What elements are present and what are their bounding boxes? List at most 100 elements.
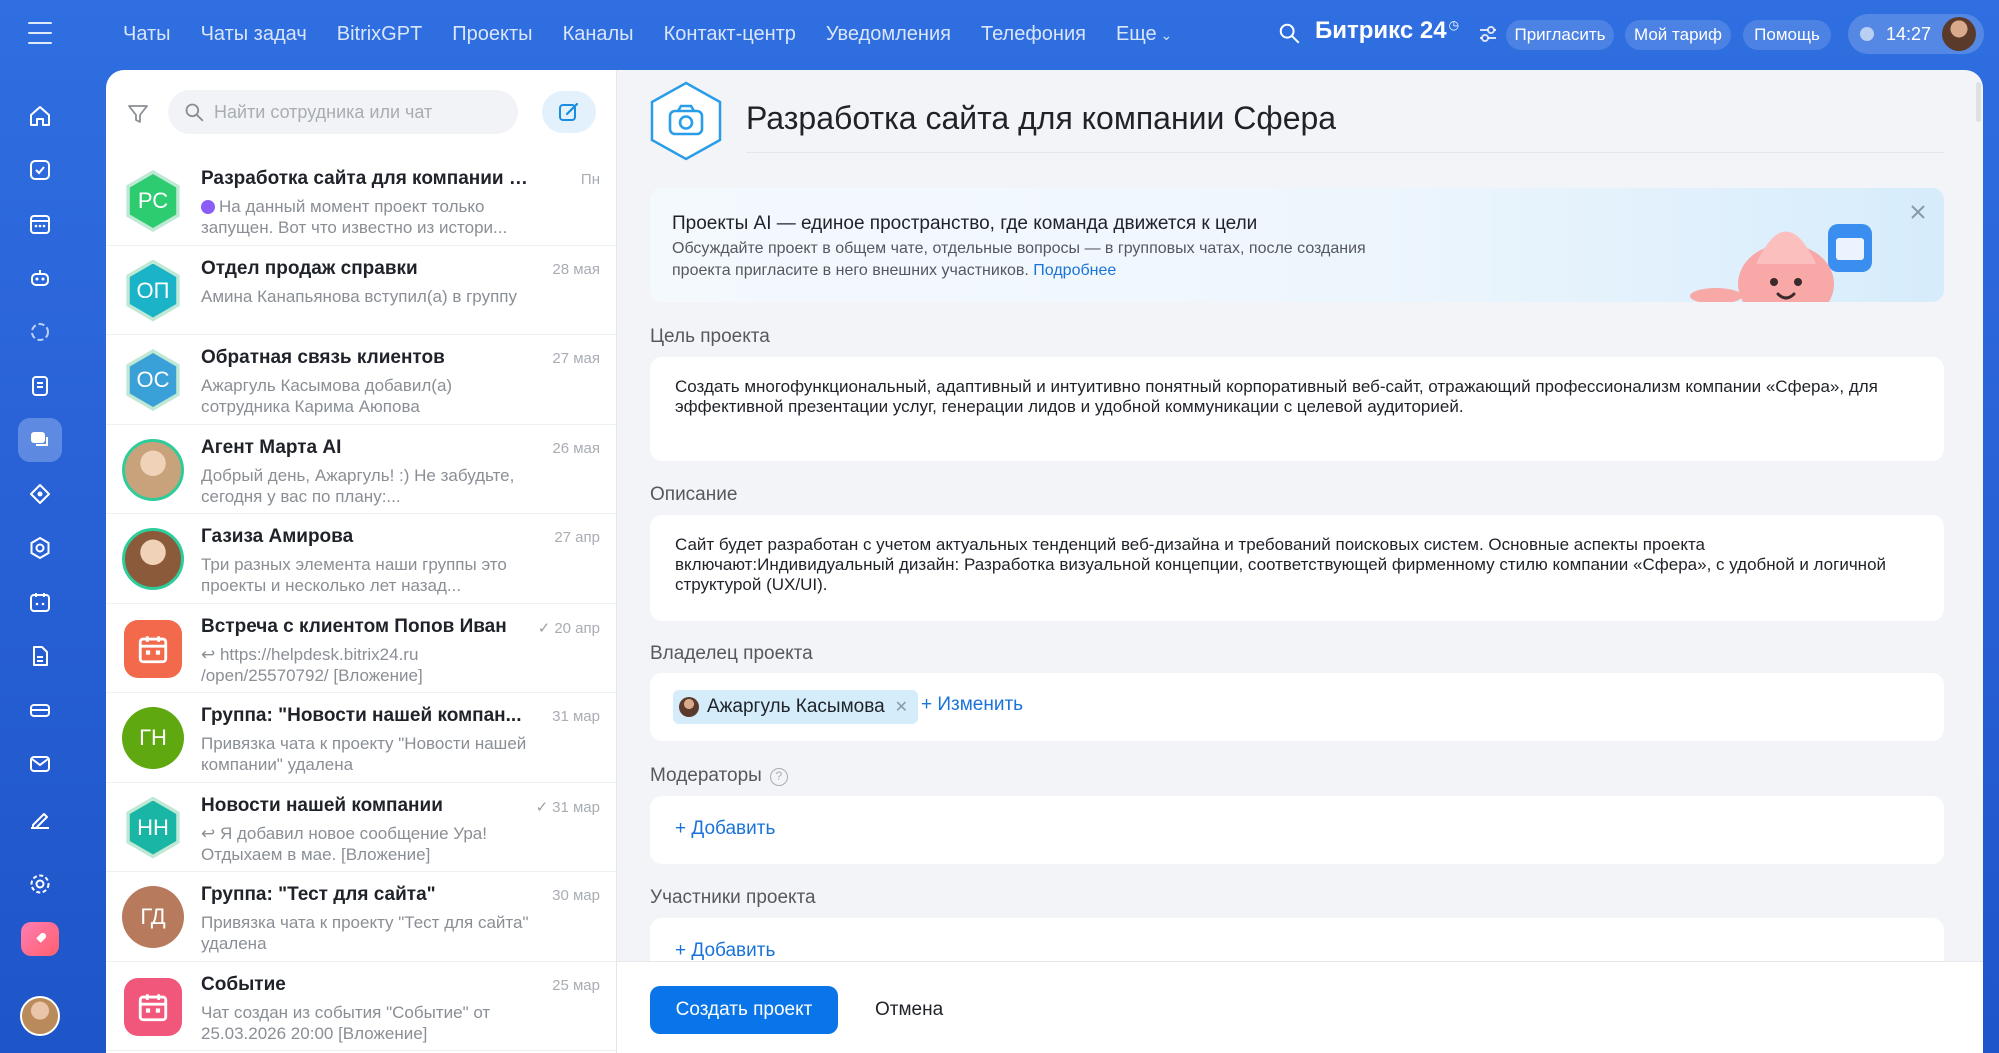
chat-list-item[interactable]: Событие 25 мар Чат создан из события "Собы…: [106, 962, 616, 1051]
nav-item-channels[interactable]: Каналы: [548, 23, 649, 46]
chat-date-wrap: Пн: [581, 171, 600, 188]
goal-label: Цель проекта: [650, 326, 770, 347]
chat-list-item[interactable]: НН Новости нашей компании ✓ 31 мар ↩ Я добав…: [106, 783, 616, 872]
rocket-icon[interactable]: [21, 922, 59, 956]
description-label: Описание: [650, 484, 738, 505]
chat-avatar: ГД: [122, 886, 184, 948]
time-widget[interactable]: 14:27: [1848, 14, 1984, 54]
chat-date: 27 апр: [554, 529, 600, 546]
chat-icon[interactable]: [18, 418, 62, 462]
chat-search[interactable]: [168, 90, 518, 134]
banner-more-link[interactable]: Подробнее: [1033, 262, 1116, 279]
task-icon[interactable]: [18, 148, 62, 192]
chat-preview-wrap: Три разных элемента наши группы это прое…: [201, 554, 541, 598]
top-bar: Чаты Чаты задач BitrixGPT Проекты Каналы…: [0, 0, 1999, 68]
search-icon: [185, 103, 204, 122]
market-icon[interactable]: [18, 472, 62, 516]
title-divider: [746, 152, 1944, 153]
chat-list-item[interactable]: ОП Отдел продаж справки 28 мая Амина Канапь…: [106, 246, 616, 335]
calendar-icon[interactable]: [18, 580, 62, 624]
chat-list-item[interactable]: Газиза Амирова 27 апр Три разных элемента …: [106, 514, 616, 604]
description-text[interactable]: Сайт будет разработан с учетом актуальны…: [675, 535, 1925, 595]
goal-field[interactable]: Создать многофункциональный, адаптивный …: [650, 357, 1944, 461]
nav-item-contact-center[interactable]: Контакт-центр: [649, 23, 811, 46]
chat-preview-wrap: Чат создан из события "Событие" от 25.03…: [201, 1002, 541, 1046]
description-field[interactable]: Сайт будет разработан с учетом актуальны…: [650, 515, 1944, 621]
help-button[interactable]: Помощь: [1743, 20, 1831, 50]
chat-preview: Привязка чата к проекту "Новости нашей к…: [201, 734, 527, 774]
hamburger-menu-icon[interactable]: [28, 22, 52, 44]
change-owner-button[interactable]: + Изменить: [921, 694, 1023, 716]
robot-icon[interactable]: [18, 256, 62, 300]
search-input[interactable]: [214, 101, 504, 123]
chat-list-item[interactable]: Встреча с клиентом Попов Иван ✓ 20 апр ↩ ht…: [106, 604, 616, 693]
chat-avatar: ГН: [122, 707, 184, 769]
invite-button[interactable]: Пригласить: [1506, 20, 1614, 50]
chat-title: Разработка сайта для компании Сф...: [201, 168, 541, 189]
chat-list-item[interactable]: ГД Группа: "Тест для сайта" 30 мар Привязка…: [106, 872, 616, 962]
chat-avatar-initials: ОС: [129, 353, 177, 407]
nav-item-projects[interactable]: Проекты: [437, 23, 547, 46]
chat-date: Пн: [580, 171, 600, 188]
chat-list-panel: РС Разработка сайта для компании Сф... Пн Н…: [106, 70, 616, 1053]
chat-preview: Три разных элемента наши группы это прое…: [201, 555, 507, 595]
nav-item-telephony[interactable]: Телефония: [966, 23, 1101, 46]
banner-body: Обсуждайте проект в общем чате, отдельны…: [672, 240, 1366, 279]
add-moderator-button[interactable]: + Добавить: [675, 818, 775, 840]
help-icon[interactable]: ?: [769, 768, 788, 786]
chat-avatar: РС: [126, 170, 180, 232]
chat-preview-wrap: На данный момент проект только запущен. …: [201, 196, 541, 240]
profile-avatar[interactable]: [20, 996, 60, 1036]
page-title: Разработка сайта для компании Сфера: [746, 100, 1337, 136]
close-icon[interactable]: [1908, 202, 1928, 222]
settings-sliders-icon[interactable]: [1478, 24, 1498, 44]
chat-date: 27 мая: [552, 350, 600, 367]
crm-icon[interactable]: [18, 310, 62, 354]
chat-list-item[interactable]: Агент Марта AI 26 мая Добрый день, Ажаргул…: [106, 425, 616, 514]
mail-icon[interactable]: [18, 742, 62, 786]
file-icon[interactable]: [18, 634, 62, 678]
target-icon[interactable]: [18, 526, 62, 570]
create-project-button[interactable]: Создать проект: [650, 986, 838, 1034]
chat-list-item[interactable]: ГН Группа: "Новости нашей компан... 31 мар…: [106, 693, 616, 783]
home-icon[interactable]: [18, 94, 62, 138]
goal-text[interactable]: Создать многофункциональный, адаптивный …: [675, 377, 1925, 417]
chat-title: Встреча с клиентом Попов Иван: [201, 615, 507, 637]
add-member-button[interactable]: + Добавить: [675, 940, 775, 962]
chat-avatar: ОП: [126, 259, 180, 322]
owner-chip[interactable]: Ажаргуль Касымова ✕: [673, 690, 919, 724]
chat-title: Газиза Амирова: [201, 526, 354, 547]
chat-date: 25 мар: [552, 976, 600, 994]
user-avatar[interactable]: [1942, 17, 1976, 51]
chat-preview-wrap: Привязка чата к проекту "Новости нашей к…: [201, 733, 541, 777]
chat-preview: ↩ https://helpdesk.bitrix24.ru /open/255…: [201, 644, 423, 685]
chat-title: Событие: [201, 973, 286, 995]
chat-list-item[interactable]: РС Разработка сайта для компании Сф... Пн Н…: [106, 156, 616, 246]
chat-list-item[interactable]: ОС Обратная связь клиентов 27 мая Ажаргуль …: [106, 335, 616, 425]
chat-title: Группа: "Новости нашей компан...: [201, 705, 522, 726]
new-chat-button[interactable]: [542, 91, 596, 133]
chat-avatar-initials: РС: [129, 174, 177, 228]
tariff-button[interactable]: Мой тариф: [1625, 20, 1731, 50]
nav-item-task-chats[interactable]: Чаты задач: [186, 23, 322, 46]
drive-icon[interactable]: [18, 688, 62, 732]
left-rail: [0, 68, 82, 1053]
search-icon[interactable]: [1278, 22, 1300, 44]
gear-icon[interactable]: [18, 862, 62, 906]
nav-item-notifications[interactable]: Уведомления: [811, 23, 966, 46]
filter-icon[interactable]: [126, 102, 150, 126]
nav-item-chats[interactable]: Чаты: [108, 23, 186, 46]
calendar-icon: [124, 619, 182, 678]
remove-icon[interactable]: ✕: [895, 697, 908, 717]
nav-item-bitrixgpt[interactable]: BitrixGPT: [322, 23, 438, 46]
ai-agent-icon: [201, 200, 215, 214]
camera-icon[interactable]: [648, 80, 724, 162]
chat-preview: Привязка чата к проекту "Тест для сайта"…: [201, 913, 529, 953]
brand-logo[interactable]: Битрикс 24 ◷: [1315, 17, 1459, 45]
calendar-grid-icon[interactable]: [18, 202, 62, 246]
chat-title: Агент Марта AI: [201, 436, 342, 458]
sign-icon[interactable]: [18, 796, 62, 840]
document-icon[interactable]: [18, 364, 62, 408]
cancel-button[interactable]: Отмена: [875, 986, 943, 1034]
nav-item-more[interactable]: Еще: [1101, 23, 1187, 46]
